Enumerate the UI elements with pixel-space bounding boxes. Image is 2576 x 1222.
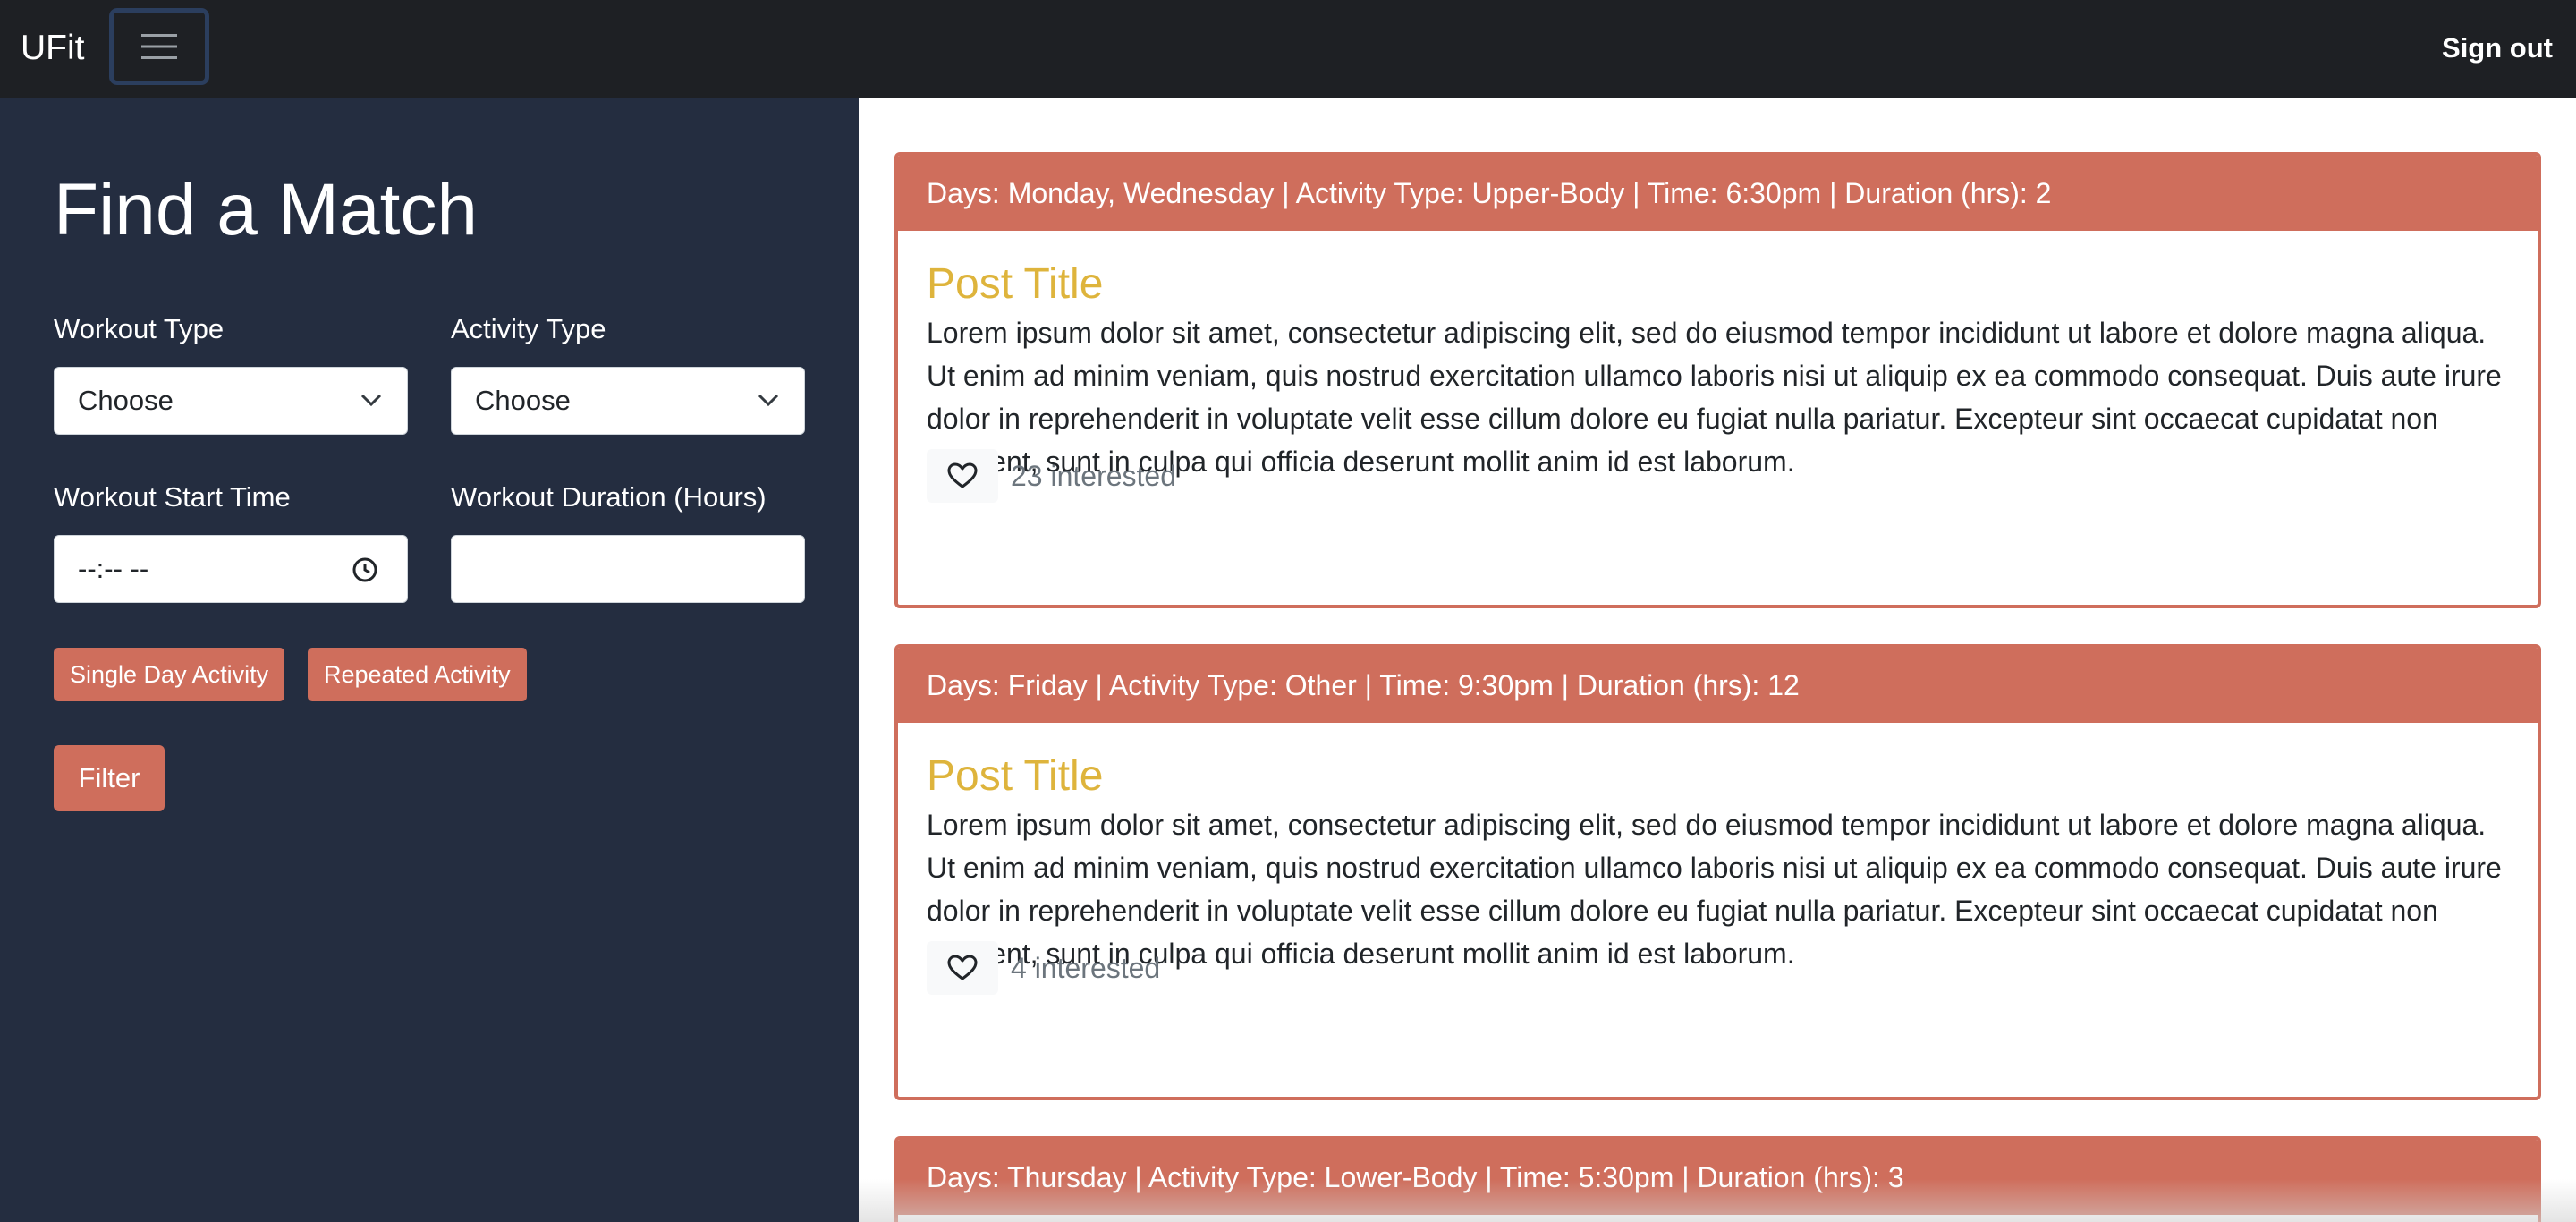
- clock-icon[interactable]: [352, 556, 378, 583]
- post-body: Lorem ipsum dolor sit amet, consectetur …: [927, 809, 2502, 970]
- menu-toggle-button[interactable]: [109, 8, 209, 85]
- activity-type-label: Activity Type: [451, 313, 606, 344]
- duration-input[interactable]: [451, 535, 805, 603]
- post-title: Post Title: [927, 752, 1104, 800]
- post-card: Days: Friday | Activity Type: Other | Ti…: [894, 644, 2541, 1100]
- heart-icon: [947, 462, 978, 488]
- workout-type-label: Workout Type: [54, 313, 225, 344]
- duration-label: Workout Duration (Hours): [451, 481, 767, 513]
- brand-logo[interactable]: UFit: [21, 0, 85, 97]
- post-details-header: Days: Thursday | Activity Type: Lower-Bo…: [898, 1140, 2538, 1215]
- activity-type-value: Choose: [475, 385, 571, 416]
- start-time-value: --:-- --: [78, 553, 149, 584]
- workout-type-select[interactable]: Choose: [54, 367, 408, 435]
- hamburger-menu-icon: [141, 34, 177, 59]
- chevron-down-icon: [758, 394, 779, 407]
- interested-count: 23 interested: [1011, 460, 1177, 492]
- start-time-input[interactable]: --:-- --: [54, 535, 408, 603]
- post-card: Days: Monday, Wednesday | Activity Type:…: [894, 152, 2541, 608]
- chevron-down-icon: [360, 394, 382, 407]
- activity-type-select[interactable]: Choose: [451, 367, 805, 435]
- top-navbar: UFit Sign out: [0, 0, 2576, 98]
- filter-button[interactable]: Filter: [54, 745, 165, 811]
- start-time-label: Workout Start Time: [54, 481, 291, 513]
- single-day-activity-button[interactable]: Single Day Activity: [54, 648, 285, 701]
- post-title: Post Title: [927, 260, 1104, 308]
- page-title: Find a Match: [54, 169, 478, 250]
- post-card: Days: Thursday | Activity Type: Lower-Bo…: [894, 1136, 2541, 1222]
- post-details-header: Days: Friday | Activity Type: Other | Ti…: [898, 648, 2538, 723]
- heart-icon: [947, 955, 978, 980]
- post-details-header: Days: Monday, Wednesday | Activity Type:…: [898, 156, 2538, 231]
- sign-out-link[interactable]: Sign out: [2442, 0, 2553, 97]
- workout-type-value: Choose: [78, 385, 174, 416]
- interested-count: 4 interested: [1011, 952, 1161, 984]
- filter-sidebar: Find a Match Workout Type Choose Activit…: [0, 98, 859, 1222]
- like-button[interactable]: [927, 941, 998, 995]
- repeated-activity-button[interactable]: Repeated Activity: [308, 648, 527, 701]
- like-button[interactable]: [927, 449, 998, 503]
